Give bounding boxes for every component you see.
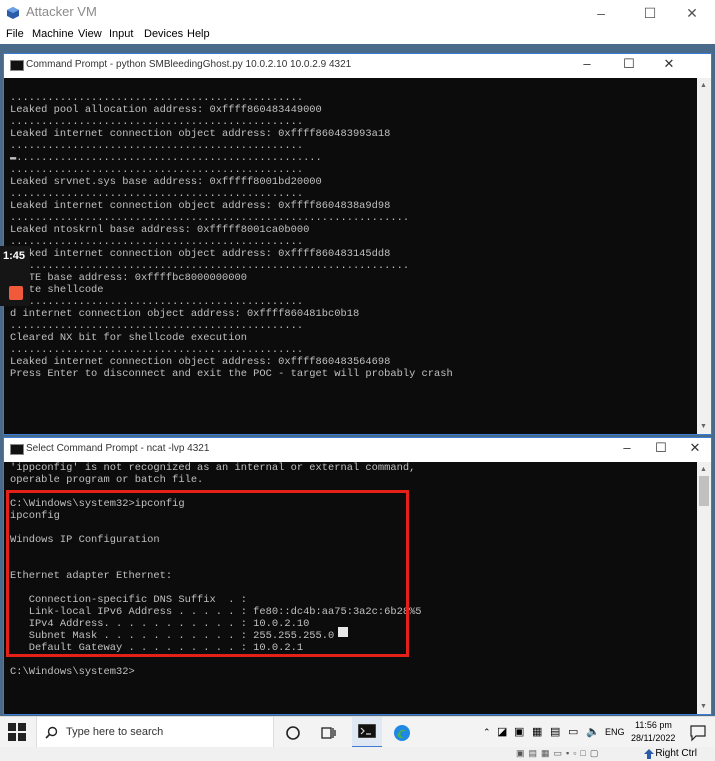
terminal-line: Leaked ntoskrnl base address: 0xfffff800… [10, 224, 310, 236]
terminal-line: ........................................… [10, 344, 304, 356]
cmd-icon [10, 60, 24, 71]
menu-view[interactable]: View [78, 28, 102, 40]
terminal-line: ........................................… [10, 296, 304, 308]
vm-status-icons: ▣▤▦▭▪▫□▢ [516, 748, 603, 758]
cortana-icon[interactable] [283, 723, 303, 743]
terminal-line: ........................................… [10, 236, 304, 248]
maximize-icon[interactable]: ☐ [614, 56, 644, 72]
terminal-line: ........................................… [10, 164, 304, 176]
virtualbox-icon [7, 7, 19, 19]
input-language[interactable]: ENG [605, 727, 625, 737]
scrollbar[interactable]: ▲ ▼ [697, 462, 711, 714]
terminal-line: Leaked internet connection object addres… [10, 200, 391, 212]
terminal-line: Leaked internet connection object addres… [10, 356, 391, 368]
close-icon[interactable]: ✕ [654, 56, 684, 72]
terminal-line: ........................................… [10, 140, 304, 152]
display-icon[interactable]: ▭ [568, 725, 578, 738]
cmd-window-python-title: Command Prompt - python SMBleedingGhost.… [26, 59, 352, 70]
speaker-icon[interactable]: 🔈 [586, 725, 600, 738]
terminal-line: Leaked srvnet.sys base address: 0xfffff8… [10, 176, 322, 188]
menu-machine[interactable]: Machine [32, 28, 74, 40]
terminal-line: ▬.......................................… [10, 152, 322, 164]
host-key-label: Right Ctrl [655, 748, 697, 759]
shared-folder-icon[interactable]: ▤ [550, 725, 560, 738]
taskbar-search-box[interactable]: Type here to search [36, 717, 274, 748]
terminal-line: operable program or batch file. [10, 474, 204, 486]
stop-recording-button[interactable] [9, 286, 23, 300]
cmd-window-python[interactable]: Command Prompt - python SMBleedingGhost.… [3, 53, 712, 435]
search-icon [45, 726, 58, 739]
network-icon[interactable]: ◪ [497, 725, 507, 738]
terminal-line: Cleared NX bit for shellcode execution [10, 332, 247, 344]
recording-overlay: 1:45 [0, 246, 30, 306]
vm-titlebar: Attacker VM – ☐ ✕ [0, 0, 715, 26]
task-view-icon[interactable] [318, 723, 338, 743]
minimize-icon[interactable]: – [612, 440, 642, 455]
vm-statusbar: ▣▤▦▭▪▫□▢ Right Ctrl [0, 747, 715, 761]
taskbar: Type here to search ⌃ ◪ ▣ ▦ ▤ ▭ 🔈 ENG 11… [0, 716, 715, 748]
windows-start-icon[interactable] [8, 723, 26, 741]
minimize-icon[interactable]: – [572, 56, 602, 71]
network-adapter-icon[interactable]: ▣ [514, 725, 524, 738]
terminal-line: C:\Windows\system32> [10, 666, 135, 678]
menu-help[interactable]: Help [187, 28, 210, 40]
cmd-icon [10, 444, 24, 455]
host-key-arrow-icon [644, 749, 654, 759]
menu-devices[interactable]: Devices [144, 28, 183, 40]
scrollbar-thumb[interactable] [699, 476, 709, 506]
menu-input[interactable]: Input [109, 28, 133, 40]
close-icon[interactable]: ✕ [669, 0, 715, 26]
cmd-icon [358, 724, 376, 738]
notification-icon[interactable] [689, 724, 707, 742]
cmd-window-ncat-title: Select Command Prompt - ncat -lvp 4321 [26, 443, 210, 454]
menu-file[interactable]: File [6, 28, 24, 40]
terminal-line: d PTE base address: 0xffffbc8000000000 [10, 272, 247, 284]
terminal-line: ........................................… [10, 92, 304, 104]
cmd-window-ncat-titlebar[interactable]: Select Command Prompt - ncat -lvp 4321 –… [4, 438, 711, 462]
maximize-icon[interactable]: ☐ [627, 0, 673, 26]
scrollbar[interactable]: ▲ ▼ [697, 78, 711, 434]
terminal-line: ........................................… [10, 212, 410, 224]
terminal-line: Wrote shellcode [10, 284, 104, 296]
usb-icon[interactable]: ▦ [532, 725, 542, 738]
terminal-line: ........................................… [10, 116, 304, 128]
search-placeholder: Type here to search [66, 726, 164, 738]
terminal-line: Press Enter to disconnect and exit the P… [10, 368, 453, 380]
tray-overflow-icon[interactable]: ⌃ [483, 727, 491, 738]
cmd-window-python-titlebar[interactable]: Command Prompt - python SMBleedingGhost.… [4, 54, 711, 78]
terminal-line: ........................................… [10, 188, 304, 200]
ipconfig-highlight-box [6, 490, 409, 657]
clock-date[interactable]: 28/11/2022 [631, 733, 675, 743]
terminal-line: ........................................… [10, 260, 410, 272]
maximize-icon[interactable]: ☐ [646, 440, 676, 456]
terminal-line: d internet connection object address: 0x… [10, 308, 360, 320]
cmd-python-output: ........................................… [10, 92, 453, 380]
taskbar-cmd-button[interactable] [352, 717, 382, 748]
terminal-line: Leaked internet connection object addres… [10, 248, 391, 260]
vm-window-title: Attacker VM [26, 4, 97, 19]
terminal-line: Leaked pool allocation address: 0xffff86… [10, 104, 322, 116]
recording-timer: 1:45 [3, 250, 26, 262]
close-icon[interactable]: ✕ [680, 440, 710, 456]
terminal-line: ........................................… [10, 320, 304, 332]
clock-time[interactable]: 11:56 pm [635, 720, 672, 730]
edge-browser-icon[interactable] [392, 723, 412, 743]
vm-menubar: File Machine View Input Devices Help [0, 27, 715, 44]
terminal-line: 'ippconfig' is not recognized as an inte… [10, 462, 416, 474]
minimize-icon[interactable]: – [578, 0, 624, 26]
terminal-line: Leaked internet connection object addres… [10, 128, 391, 140]
